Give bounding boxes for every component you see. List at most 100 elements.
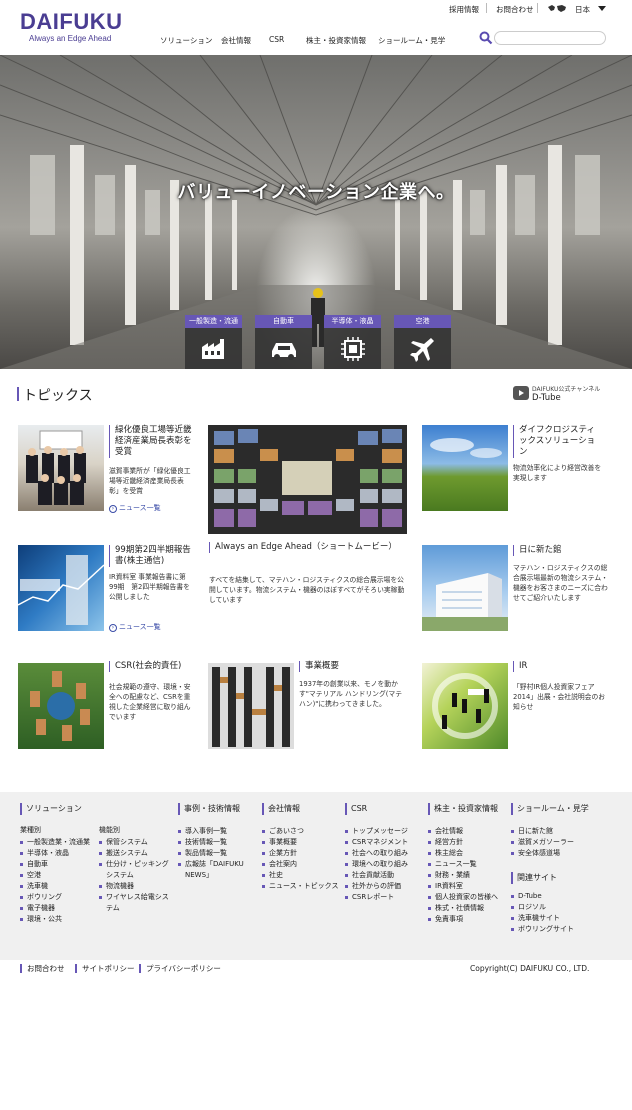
chevron-down-icon[interactable] [598, 6, 606, 11]
chip-icon [340, 336, 365, 361]
footer-link[interactable]: CSRレポート [345, 892, 427, 903]
language-select[interactable]: 日本 [575, 4, 590, 15]
topic-title-business[interactable]: 事業概要 [299, 661, 409, 672]
footer-link[interactable]: 免責事項 [428, 914, 508, 925]
topic-title-movie[interactable]: Always an Edge Ahead（ショートムービー） [209, 542, 409, 553]
footer-heading-solutions[interactable]: ソリューション [20, 803, 82, 815]
footer-link[interactable]: ニュース・トピックス [262, 881, 342, 892]
topic-thumb-csr[interactable] [18, 663, 104, 749]
search-icon[interactable] [479, 31, 493, 45]
footer-link[interactable]: 自動車 [20, 859, 100, 870]
footer-link[interactable]: ボウリング [20, 892, 100, 903]
category-label: 半導体・液晶 [324, 315, 381, 328]
footer-link[interactable]: 製品情報一覧 [178, 848, 258, 859]
footer-link[interactable]: 社史 [262, 870, 342, 881]
news-list-link[interactable]: › ニュース一覧 [109, 622, 161, 632]
bottom-sitepolicy-link[interactable]: サイトポリシー [75, 964, 135, 973]
footer-link[interactable]: 保管システム [99, 837, 171, 848]
footer-link[interactable]: D-Tube [511, 891, 611, 902]
footer-link[interactable]: 広報誌「DAIFUKU NEWS」 [178, 859, 258, 881]
hero-factory-image [0, 55, 632, 369]
topic-title-ir[interactable]: IR [513, 661, 603, 672]
footer-link[interactable]: ワイヤレス給電システム [99, 892, 171, 914]
footer-company-list: ごあいさつ 事業概要 企業方針 会社案内 社史 ニュース・トピックス [262, 826, 342, 892]
footer-heading-showroom[interactable]: ショールーム・見学 [511, 803, 589, 815]
footer-heading-ir[interactable]: 株主・投資家情報 [428, 803, 498, 815]
footer-link[interactable]: 株式・社債情報 [428, 903, 508, 914]
footer-link[interactable]: 物流機器 [99, 881, 171, 892]
footer-link[interactable]: ボウリングサイト [511, 924, 611, 935]
news-list-link[interactable]: › ニュース一覧 [109, 503, 161, 513]
footer-link[interactable]: 社外からの評価 [345, 881, 427, 892]
footer-link[interactable]: CSRマネジメント [345, 837, 427, 848]
footer-link[interactable]: 導入事例一覧 [178, 826, 258, 837]
topic-thumb-showroom[interactable] [422, 545, 508, 631]
footer-link[interactable]: 事業概要 [262, 837, 342, 848]
nav-csr[interactable]: CSR [269, 35, 284, 44]
footer-link[interactable]: 財務・業績 [428, 870, 508, 881]
footer-link[interactable]: 環境・公共 [20, 914, 100, 925]
bottom-privacy-link[interactable]: プライバシーポリシー [139, 964, 221, 973]
recruit-link[interactable]: 採用情報 [449, 4, 479, 15]
nav-ir[interactable]: 株主・投資家情報 [306, 35, 366, 46]
footer-link[interactable]: 滋賀メガソーラー [511, 837, 611, 848]
youtube-icon[interactable] [513, 386, 529, 400]
footer-link[interactable]: 日に新た館 [511, 826, 611, 837]
footer-link[interactable]: 一般製造業・流通業 [20, 837, 100, 848]
footer-link[interactable]: 会社情報 [428, 826, 508, 837]
topic-title-report[interactable]: 99期第2四半期報告書(株主通信) [109, 545, 193, 567]
dtube-link[interactable]: D-Tube [532, 393, 561, 403]
daifuku-logo[interactable]: DAIFUKU Always an Edge Ahead [20, 10, 123, 44]
footer-link[interactable]: 空港 [20, 870, 100, 881]
category-airport[interactable]: 空港 [394, 315, 451, 369]
footer-link[interactable]: 経営方針 [428, 837, 508, 848]
search-input[interactable] [494, 31, 606, 45]
footer-link[interactable]: 仕分け・ピッキングシステム [99, 859, 171, 881]
hero-headline: バリューイノベーション企業へ。 [177, 182, 455, 203]
topic-thumb-logistics[interactable] [422, 425, 508, 511]
footer-heading-company[interactable]: 会社情報 [262, 803, 300, 815]
footer-link[interactable]: 企業方針 [262, 848, 342, 859]
footer-link[interactable]: 環境への取り組み [345, 859, 427, 870]
topic-title-showroom[interactable]: 日に新た館 [513, 545, 603, 556]
footer-link[interactable]: 電子機器 [20, 903, 100, 914]
footer-link[interactable]: ごあいさつ [262, 826, 342, 837]
topic-thumb-movie[interactable] [208, 425, 407, 534]
footer-link[interactable]: ニュース一覧 [428, 859, 508, 870]
topic-thumb-award[interactable] [18, 425, 104, 511]
footer-link[interactable]: 搬送システム [99, 848, 171, 859]
dtube-subtitle: DAIFUKU公式チャンネル [532, 386, 601, 393]
footer-link[interactable]: 洗車機 [20, 881, 100, 892]
topic-thumb-report[interactable] [18, 545, 104, 631]
footer-link[interactable]: 半導体・液晶 [20, 848, 100, 859]
category-automotive[interactable]: 自動車 [255, 315, 312, 369]
car-icon [271, 342, 296, 360]
category-manufacturing[interactable]: 一般製造・流通 [185, 315, 242, 369]
footer-heading-csr[interactable]: CSR [345, 803, 367, 815]
nav-solutions[interactable]: ソリューション [160, 35, 212, 46]
footer-heading-cases[interactable]: 事例・技術情報 [178, 803, 240, 815]
bottom-contact-link[interactable]: お問合わせ [20, 964, 65, 973]
footer-link[interactable]: 技術情報一覧 [178, 837, 258, 848]
topic-thumb-ir[interactable] [422, 663, 508, 749]
category-label: 一般製造・流通 [185, 315, 242, 328]
footer-link[interactable]: 個人投資家の皆様へ [428, 892, 508, 903]
category-semiconductor[interactable]: 半導体・液晶 [324, 315, 381, 369]
topic-title-csr[interactable]: CSR(社会的責任) [109, 661, 193, 672]
footer-link[interactable]: 社会への取り組み [345, 848, 427, 859]
footer-link[interactable]: 洗車機サイト [511, 913, 611, 924]
contact-link[interactable]: お問合わせ [496, 4, 534, 15]
footer-link[interactable]: 会社案内 [262, 859, 342, 870]
footer-heading-related[interactable]: 関連サイト [511, 872, 557, 884]
footer-link[interactable]: IR資料室 [428, 881, 508, 892]
footer-link[interactable]: ロジソル [511, 902, 611, 913]
topic-thumb-business[interactable] [208, 663, 294, 749]
nav-showroom[interactable]: ショールーム・見学 [378, 35, 445, 46]
nav-company[interactable]: 会社情報 [221, 35, 251, 46]
topic-title-logistics[interactable]: ダイフクロジスティックスソリューション [513, 425, 603, 458]
topic-title-award[interactable]: 緑化優良工場等近畿経済産業局長表彰を受賞 [109, 425, 193, 458]
footer-link[interactable]: 社会貢献活動 [345, 870, 427, 881]
footer-link[interactable]: 安全体感道場 [511, 848, 611, 859]
footer-link[interactable]: 株主総会 [428, 848, 508, 859]
footer-link[interactable]: トップメッセージ [345, 826, 427, 837]
